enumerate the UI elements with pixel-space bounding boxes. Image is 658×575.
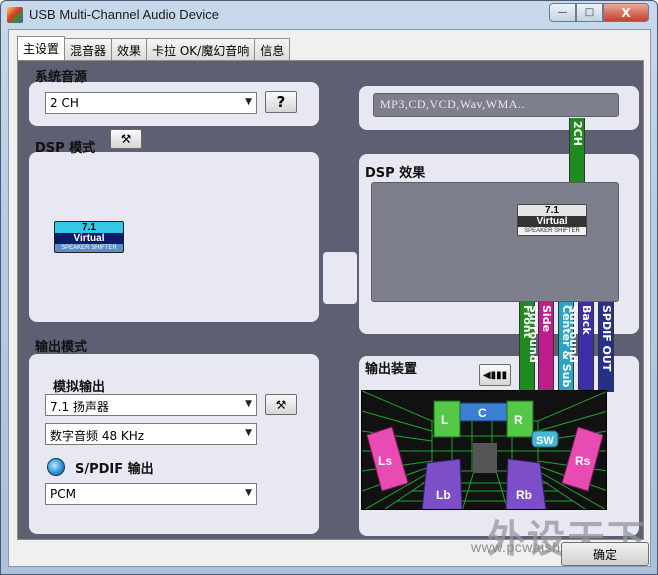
close-button[interactable]: X — [603, 3, 649, 22]
listener-figure — [473, 443, 497, 473]
tab-mixer[interactable]: 混音器 — [64, 38, 113, 60]
strip-spdif-out: SPDIF OUT — [598, 302, 614, 392]
speaker-lb-shape — [421, 458, 463, 509]
tab-effects[interactable]: 效果 — [111, 38, 148, 60]
chevron-down-icon: ▼ — [245, 399, 252, 409]
badge-sub: SPEAKER SHIFTER — [55, 244, 123, 252]
window: USB Multi-Channel Audio Device — □ X 主设置… — [0, 0, 658, 575]
spdif-heading: S/PDIF 输出 — [75, 462, 154, 477]
connector-card — [323, 252, 357, 304]
speaker-volume-button[interactable]: ◀▮▮▮ — [479, 364, 511, 386]
speaker-select[interactable]: 7.1 扬声器 ▼ — [45, 394, 257, 416]
output-device-heading: 输出装置 — [365, 362, 418, 377]
digital-audio-select-value: 数字音频 48 KHz — [50, 429, 145, 443]
dsp-mode-settings-button[interactable]: ⚒ — [110, 129, 142, 149]
spdif-select-value: PCM — [50, 487, 76, 501]
speaker-volume-icon: ◀▮▮▮ — [482, 369, 508, 381]
tab-bar: 主设置 混音器 效果 卡拉 OK/魔幻音响 信息 — [17, 36, 291, 60]
minimize-button[interactable]: — — [549, 3, 576, 22]
speaker-stage: L C R SW Ls Rs Lb Rb — [361, 390, 607, 510]
strip-2ch: 2CH — [569, 118, 585, 182]
hammer-icon: ⚒ — [120, 132, 132, 146]
speaker-label-rb[interactable]: Rb — [516, 488, 532, 502]
digital-audio-select[interactable]: 数字音频 48 KHz ▼ — [45, 423, 257, 445]
dsp-mode-heading: DSP 模式 — [35, 141, 96, 156]
spdif-select[interactable]: PCM ▼ — [45, 483, 257, 505]
dsp-effect-box — [371, 182, 619, 302]
speaker-label-r[interactable]: R — [514, 413, 523, 427]
help-button[interactable]: ? — [265, 91, 297, 113]
chevron-down-icon: ▼ — [245, 428, 252, 438]
speaker-label-rs[interactable]: Rs — [575, 454, 591, 468]
spdif-icon[interactable] — [47, 458, 65, 476]
effect-badge-name: Virtual — [518, 216, 586, 227]
speaker-label-sw[interactable]: SW — [536, 435, 554, 447]
chevron-down-icon: ▼ — [245, 97, 252, 107]
source-heading: 系统音源 — [35, 70, 88, 85]
speaker-label-ls[interactable]: Ls — [378, 454, 392, 468]
strip-side-surround: Side Surround — [527, 302, 554, 392]
maximize-button[interactable]: □ — [576, 3, 603, 22]
effect-badge-sub: SPEAKER SHIFTER — [518, 227, 586, 235]
output-mode-heading: 输出模式 — [35, 340, 88, 355]
dialog-body: 主设置 混音器 效果 卡拉 OK/魔幻音响 信息 系统音源 DSP 模式 DSP… — [8, 29, 651, 567]
source-select-value: 2 CH — [50, 96, 79, 110]
dsp-effect-heading: DSP 效果 — [365, 166, 426, 181]
hammer-icon: ⚒ — [275, 397, 287, 412]
speaker-label-l[interactable]: L — [441, 413, 448, 427]
badge-number: 7.1 — [55, 222, 123, 233]
speaker-label-lb[interactable]: Lb — [436, 488, 451, 502]
analog-output-heading: 模拟输出 — [53, 380, 106, 395]
speaker-label-c[interactable]: C — [478, 406, 487, 420]
effect-badge-number: 7.1 — [518, 205, 586, 216]
tab-main-settings[interactable]: 主设置 — [17, 36, 66, 60]
strip-back-surround: Back Surround — [567, 302, 594, 392]
source-select[interactable]: 2 CH ▼ — [45, 92, 257, 114]
dsp-effect-badge: 7.1 Virtual SPEAKER SHIFTER — [517, 204, 587, 236]
format-list-display: MP3,CD,VCD,Wav,WMA.. — [373, 93, 619, 117]
window-title: USB Multi-Channel Audio Device — [29, 7, 220, 22]
virtual-71-badge[interactable]: 7.1 Virtual SPEAKER SHIFTER — [54, 221, 124, 253]
tab-karaoke[interactable]: 卡拉 OK/魔幻音响 — [146, 38, 256, 60]
speaker-select-value: 7.1 扬声器 — [50, 400, 109, 414]
badge-name: Virtual — [55, 233, 123, 244]
ok-button[interactable]: 确定 — [561, 542, 649, 566]
speaker-rb-shape — [505, 458, 547, 509]
app-icon — [7, 7, 23, 23]
output-settings-button[interactable]: ⚒ — [265, 394, 297, 415]
title-bar: USB Multi-Channel Audio Device — □ X — [1, 1, 657, 29]
tab-info[interactable]: 信息 — [254, 38, 291, 60]
chevron-down-icon: ▼ — [245, 488, 252, 498]
speaker-stage-svg: L C R SW Ls Rs Lb Rb — [362, 391, 606, 509]
